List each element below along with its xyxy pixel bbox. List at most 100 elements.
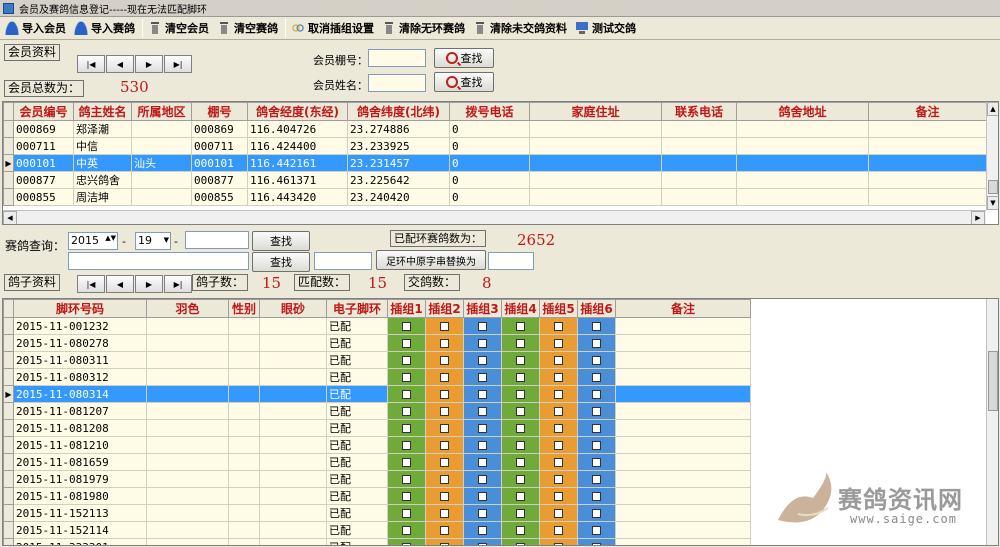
checkbox[interactable] [592, 458, 601, 467]
pigeon-cell[interactable] [259, 521, 327, 539]
pigeon-cell[interactable] [228, 538, 260, 545]
pigeon-cell[interactable]: 2015-11-080314 [13, 385, 147, 403]
member-hscrollbar[interactable]: ◀ ▶ [3, 210, 986, 224]
checkbox[interactable] [592, 475, 601, 484]
checkbox[interactable] [440, 407, 449, 416]
pigeon-column-header[interactable]: 电子脚环 [326, 299, 388, 318]
member-cell[interactable] [529, 120, 662, 138]
checkbox[interactable] [554, 543, 563, 545]
checkbox[interactable] [402, 492, 411, 501]
pigeon-cell[interactable] [259, 538, 327, 545]
chevron-down-icon[interactable]: ▼ [164, 236, 169, 244]
member-column-header[interactable]: 拨号电话 [449, 102, 530, 121]
pigeon-cell[interactable] [228, 504, 260, 522]
member-cell[interactable] [529, 154, 662, 172]
member-cell[interactable] [529, 137, 662, 155]
pigeon-cell[interactable]: 已配 [326, 419, 388, 437]
checkbox[interactable] [554, 509, 563, 518]
scroll-thumb[interactable] [988, 180, 998, 194]
pigeon-row[interactable]: 2015-11-080278 已配 [3, 334, 751, 352]
pigeon-row[interactable]: 2015-11-001232 已配 [3, 317, 751, 335]
checkbox[interactable] [516, 424, 525, 433]
ring-search-button[interactable]: 查找 [252, 231, 310, 251]
pigeon-prev-button[interactable]: ◀ [106, 275, 134, 293]
pigeon-cell[interactable]: 2015-11-080278 [13, 334, 147, 352]
member-cell[interactable]: 汕头 [131, 154, 192, 172]
member-cell[interactable]: 23.240420 [347, 188, 450, 206]
checkbox[interactable] [516, 339, 525, 348]
checkbox[interactable] [478, 339, 487, 348]
pigeon-cell[interactable] [146, 317, 229, 335]
next-record-button[interactable]: ▶ [135, 55, 163, 73]
member-row[interactable]: 000877 忠兴鸽舍 000877 116.461371 23.225642 0 [3, 171, 987, 189]
checkbox[interactable] [402, 407, 411, 416]
member-cell[interactable]: 000869 [191, 120, 248, 138]
scroll-up-icon[interactable]: ▲ [987, 102, 998, 116]
member-row[interactable]: 000869 郑泽潮 000869 116.404726 23.274886 0 [3, 120, 987, 138]
checkbox[interactable] [440, 543, 449, 545]
member-cell[interactable]: 000877 [191, 171, 248, 189]
checkbox[interactable] [440, 441, 449, 450]
member-cell[interactable]: 0 [449, 120, 530, 138]
checkbox[interactable] [592, 356, 601, 365]
member-cell[interactable]: 周洁坤 [73, 188, 132, 206]
pigeon-remark-cell[interactable] [615, 317, 751, 335]
member-column-header[interactable]: 鸽主姓名 [73, 102, 132, 121]
member-cell[interactable] [529, 188, 662, 206]
checkbox[interactable] [516, 322, 525, 331]
checkbox[interactable] [402, 424, 411, 433]
member-cell[interactable] [868, 154, 987, 172]
checkbox[interactable] [516, 458, 525, 467]
pigeon-cell[interactable] [259, 436, 327, 454]
member-cell[interactable] [661, 171, 737, 189]
toolbar-button-2[interactable]: 导入赛鸽 [71, 18, 140, 38]
member-row[interactable]: 000855 周洁坤 000855 116.443420 23.240420 0 [3, 188, 987, 206]
pigeon-remark-cell[interactable] [615, 334, 751, 352]
pigeon-cell[interactable]: 2015-11-081208 [13, 419, 147, 437]
checkbox[interactable] [554, 492, 563, 501]
checkbox[interactable] [440, 356, 449, 365]
checkbox[interactable] [478, 373, 487, 382]
checkbox[interactable] [554, 390, 563, 399]
pigeon-row[interactable]: ▶ 2015-11-080314 已配 [3, 385, 751, 403]
member-cell[interactable]: 000877 [13, 171, 74, 189]
pigeon-cell[interactable] [228, 317, 260, 335]
toolbar-button-7[interactable]: 清除未交鸽资料 [470, 18, 572, 38]
pigeon-cell[interactable]: 已配 [326, 368, 388, 386]
pigeon-cell[interactable] [228, 368, 260, 386]
pigeon-cell[interactable] [259, 470, 327, 488]
pigeon-cell[interactable] [259, 385, 327, 403]
checkbox[interactable] [478, 441, 487, 450]
checkbox[interactable] [478, 356, 487, 365]
pigeon-column-header[interactable]: 备注 [615, 299, 751, 318]
member-cell[interactable]: 116.442161 [247, 154, 348, 172]
pigeon-column-header[interactable]: 羽色 [146, 299, 229, 318]
checkbox[interactable] [478, 526, 487, 535]
pigeon-first-button[interactable]: |◀ [77, 275, 105, 293]
pigeon-remark-cell[interactable] [615, 470, 751, 488]
member-column-header[interactable]: 鸽舍纬度(北纬) [347, 102, 450, 121]
checkbox[interactable] [440, 509, 449, 518]
pigeon-cell[interactable] [228, 334, 260, 352]
pigeon-row[interactable]: 2015-11-081207 已配 [3, 402, 751, 420]
pigeon-column-header[interactable]: 插组3 [463, 299, 502, 318]
member-cell[interactable]: 116.404726 [247, 120, 348, 138]
checkbox[interactable] [516, 526, 525, 535]
checkbox[interactable] [402, 458, 411, 467]
member-column-header[interactable]: 所属地区 [131, 102, 192, 121]
pigeon-row[interactable]: 2015-11-080312 已配 [3, 368, 751, 386]
member-cell[interactable]: 忠兴鸽舍 [73, 171, 132, 189]
member-cell[interactable]: 0 [449, 171, 530, 189]
member-cell[interactable] [661, 188, 737, 206]
member-cell[interactable]: 000101 [191, 154, 248, 172]
checkbox[interactable] [402, 441, 411, 450]
pigeon-next-button[interactable]: ▶ [135, 275, 163, 293]
checkbox[interactable] [402, 356, 411, 365]
checkbox[interactable] [440, 322, 449, 331]
pigeon-cell[interactable] [146, 351, 229, 369]
toolbar-button-3[interactable]: 清空会员 [145, 18, 214, 38]
pigeon-row[interactable]: 2015-11-333301 已配 [3, 538, 751, 545]
checkbox[interactable] [554, 526, 563, 535]
pigeon-cell[interactable]: 2015-11-080311 [13, 351, 147, 369]
checkbox[interactable] [478, 424, 487, 433]
